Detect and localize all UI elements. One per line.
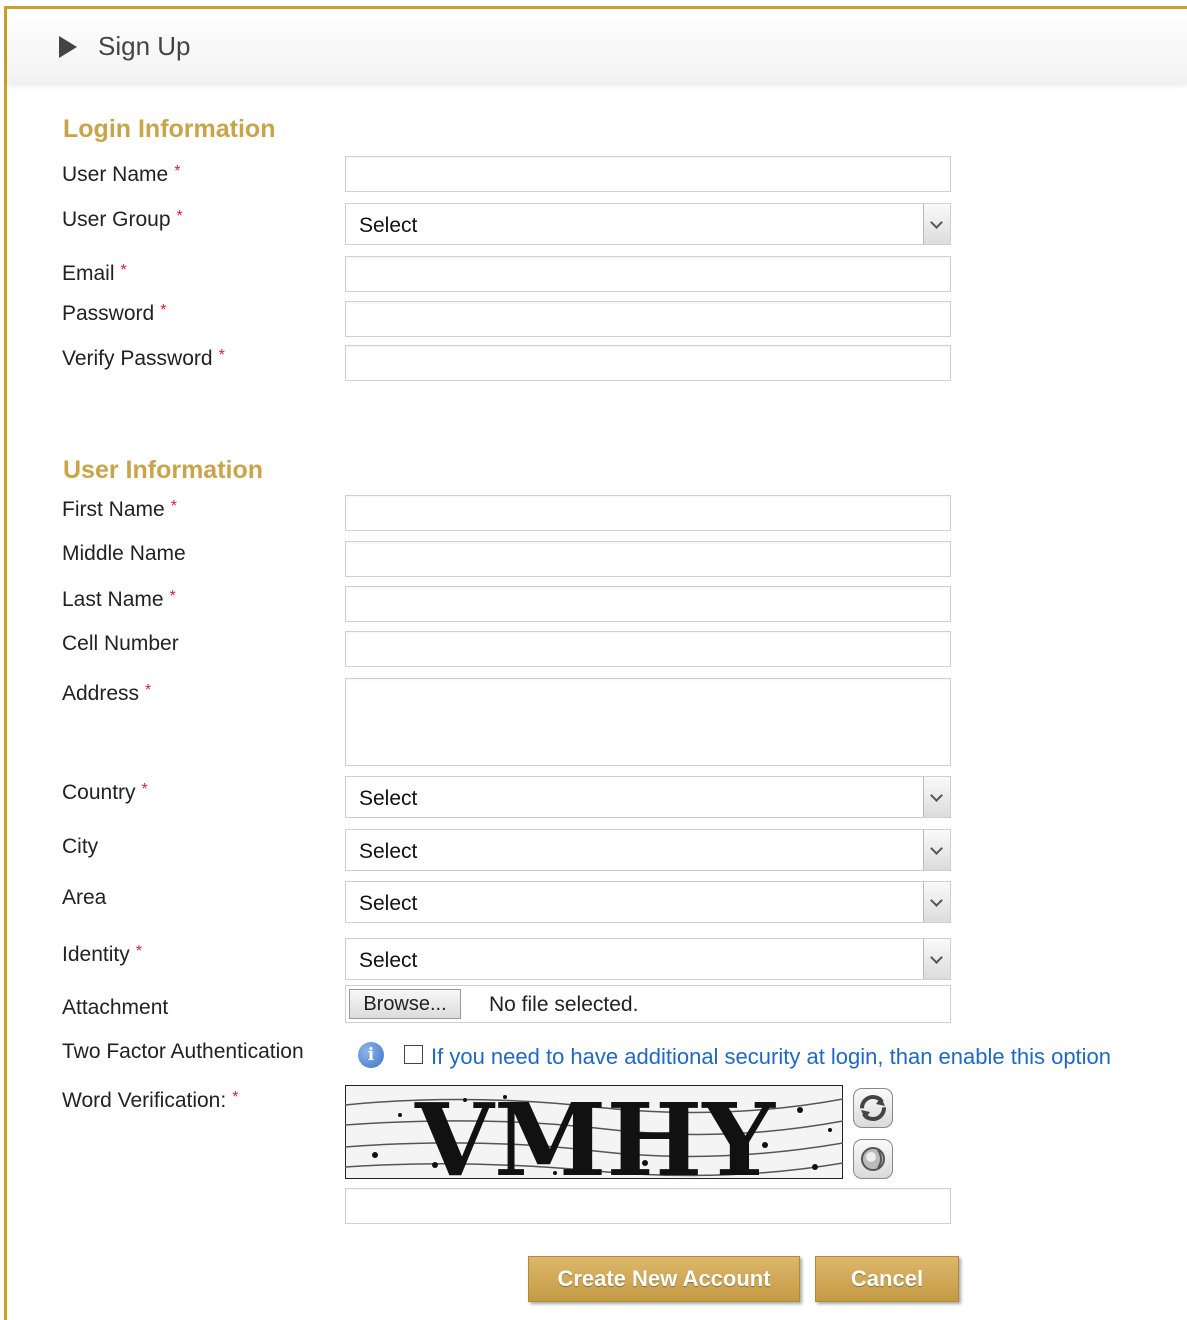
city-select[interactable]: Select — [345, 829, 951, 871]
label-first-name: First Name * — [62, 498, 177, 521]
chevron-down-icon[interactable] — [923, 830, 950, 870]
refresh-icon[interactable] — [853, 1088, 893, 1128]
section-title-user: User Information — [63, 456, 264, 484]
country-select[interactable]: Select — [345, 776, 951, 818]
signup-frame: Sign Up Login Information User Name * Use… — [4, 6, 1187, 1320]
captcha-input[interactable] — [345, 1188, 951, 1224]
chevron-down-icon[interactable] — [923, 882, 950, 922]
address-textarea[interactable] — [345, 678, 951, 766]
label-country: Country * — [62, 781, 148, 804]
two-factor-description[interactable]: If you need to have additional security … — [431, 1044, 1111, 1070]
label-word-verification: Word Verification: * — [62, 1089, 239, 1112]
label-user-name: User Name * — [62, 163, 181, 186]
label-cell-number: Cell Number — [62, 632, 179, 655]
page-title: Sign Up — [98, 31, 191, 61]
chevron-down-icon[interactable] — [923, 777, 950, 817]
verify-password-input[interactable] — [345, 345, 951, 381]
captcha-text: VMHY — [414, 1085, 777, 1179]
two-factor-checkbox[interactable] — [404, 1045, 423, 1064]
label-two-factor: Two Factor Authentication — [62, 1040, 304, 1063]
label-email: Email * — [62, 262, 127, 285]
label-area: Area — [62, 886, 107, 909]
triangle-right-icon — [59, 36, 77, 58]
user-name-input[interactable] — [345, 156, 951, 192]
label-address: Address * — [62, 682, 152, 705]
chevron-down-icon[interactable] — [923, 204, 950, 244]
section-title-login: Login Information — [63, 115, 276, 143]
label-middle-name: Middle Name — [62, 542, 186, 565]
identity-select[interactable]: Select — [345, 938, 951, 980]
label-attachment: Attachment — [62, 996, 169, 1019]
label-user-group: User Group * — [62, 208, 183, 231]
label-city: City — [62, 835, 99, 858]
label-identity: Identity * — [62, 943, 142, 966]
cancel-button[interactable]: Cancel — [815, 1256, 959, 1302]
area-select[interactable]: Select — [345, 881, 951, 923]
label-verify-password: Verify Password * — [62, 347, 225, 370]
info-icon[interactable]: i — [358, 1042, 384, 1068]
page-header: Sign Up — [7, 9, 1187, 83]
file-status: No file selected. — [489, 993, 639, 1016]
attachment-file-input[interactable]: Browse... No file selected. — [345, 985, 951, 1023]
label-last-name: Last Name * — [62, 588, 176, 611]
last-name-input[interactable] — [345, 586, 951, 622]
first-name-input[interactable] — [345, 495, 951, 531]
captcha-image: VMHY — [345, 1085, 843, 1179]
email-input[interactable] — [345, 256, 951, 292]
browse-button[interactable]: Browse... — [349, 989, 461, 1019]
password-input[interactable] — [345, 301, 951, 337]
chevron-down-icon[interactable] — [923, 939, 950, 979]
create-account-button[interactable]: Create New Account — [528, 1256, 800, 1302]
audio-icon[interactable] — [853, 1139, 893, 1179]
middle-name-input[interactable] — [345, 541, 951, 577]
cell-number-input[interactable] — [345, 631, 951, 667]
user-group-select[interactable]: Select — [345, 203, 951, 245]
label-password: Password * — [62, 302, 167, 325]
